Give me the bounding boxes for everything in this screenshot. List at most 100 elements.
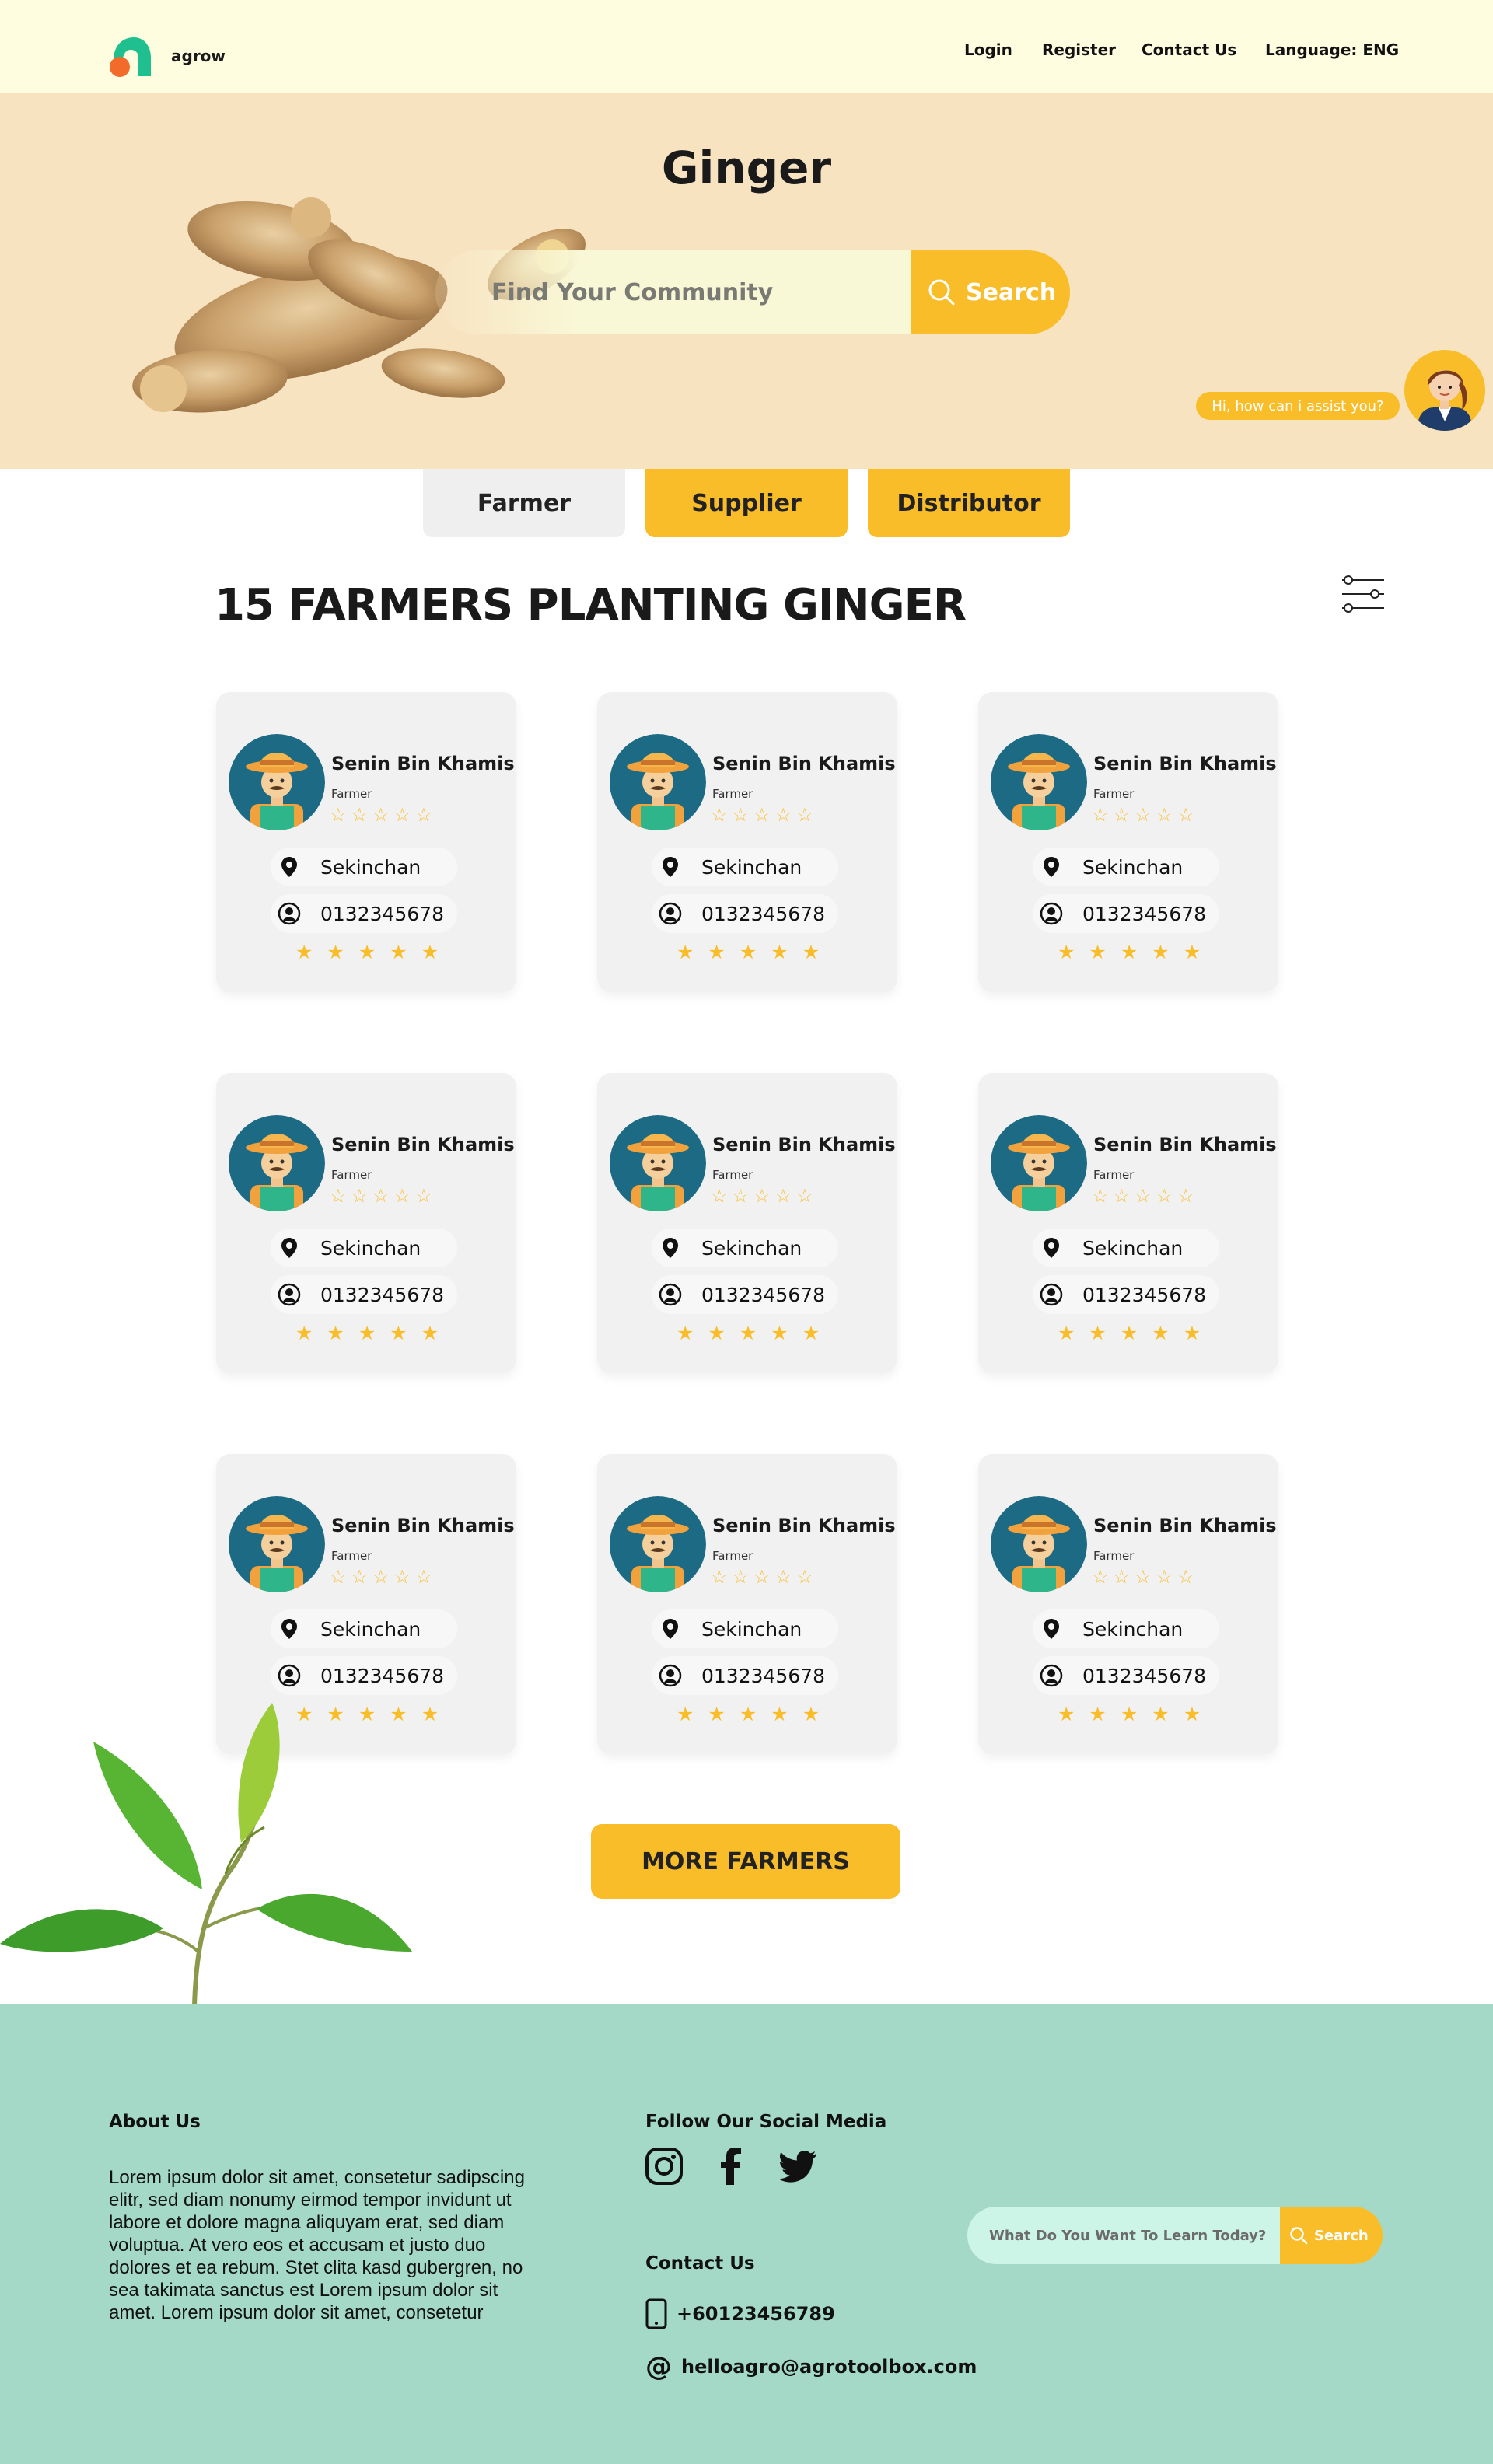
star-outline-icon: ☆ <box>1156 804 1173 826</box>
facebook-icon[interactable] <box>711 2146 751 2186</box>
contact-person-icon <box>659 1283 682 1306</box>
community-search: Search <box>435 250 1070 334</box>
star-outline-icon: ☆ <box>372 804 390 826</box>
farmer-card[interactable]: Senin Bin Khamis Farmer ☆ ☆ ☆ ☆ ☆ Sekinchan … <box>216 1073 516 1373</box>
farmer-name[interactable]: Senin Bin Khamis <box>331 1134 515 1155</box>
farmer-avatar-icon <box>991 1496 1087 1592</box>
farmer-avatar <box>610 734 706 830</box>
star-outline-icon: ☆ <box>711 804 728 826</box>
star-filled-icon: ★ <box>1152 1703 1170 1725</box>
footer-phone-number: +60123456789 <box>677 2303 835 2325</box>
chat-assistant-bubble[interactable]: Hi, how can i assist you? <box>1196 392 1400 420</box>
rating-stars-solid: ★ ★ ★ ★ ★ <box>1058 941 1201 964</box>
rating-stars-solid: ★ ★ ★ ★ ★ <box>677 1703 820 1726</box>
farmer-phone[interactable]: 0132345678 <box>701 903 825 925</box>
farmer-phone[interactable]: 0132345678 <box>701 1665 825 1687</box>
farmer-phone[interactable]: 0132345678 <box>1082 903 1206 925</box>
social-media-heading: Follow Our Social Media <box>645 2112 887 2132</box>
more-farmers-button[interactable]: MORE FARMERS <box>591 1824 900 1899</box>
farmer-name[interactable]: Senin Bin Khamis <box>712 1134 896 1155</box>
language-selector[interactable]: Language: ENG <box>1265 40 1399 59</box>
filter-icon[interactable] <box>1341 575 1386 616</box>
farmer-card[interactable]: Senin Bin Khamis Farmer ☆ ☆ ☆ ☆ ☆ Sekinchan … <box>216 692 516 992</box>
star-outline-icon: ☆ <box>1113 804 1131 826</box>
community-search-input[interactable] <box>435 250 918 334</box>
phone-pill: 0132345678 <box>271 894 457 933</box>
farmer-phone[interactable]: 0132345678 <box>320 903 444 925</box>
agrow-logo[interactable] <box>107 34 152 79</box>
phone-pill: 0132345678 <box>271 1275 457 1314</box>
farmer-phone[interactable]: 0132345678 <box>1082 1284 1206 1306</box>
contact-person-icon <box>278 1664 301 1687</box>
farmer-name[interactable]: Senin Bin Khamis <box>1093 753 1277 774</box>
star-outline-icon: ☆ <box>1113 1185 1131 1207</box>
farmer-name[interactable]: Senin Bin Khamis <box>712 753 896 774</box>
chat-assistant-avatar[interactable] <box>1404 350 1485 431</box>
farmer-avatar <box>229 1115 325 1211</box>
star-filled-icon: ★ <box>358 941 376 963</box>
farmer-avatar <box>991 734 1087 830</box>
farmer-card[interactable]: Senin Bin Khamis Farmer ☆ ☆ ☆ ☆ ☆ Sekinchan … <box>597 692 897 992</box>
farmer-name[interactable]: Senin Bin Khamis <box>712 1515 896 1536</box>
phone-pill: 0132345678 <box>652 1656 838 1695</box>
star-outline-icon: ☆ <box>372 1185 390 1207</box>
register-link[interactable]: Register <box>1042 40 1116 59</box>
rating-stars-solid: ★ ★ ★ ★ ★ <box>1058 1703 1201 1726</box>
learn-search-input[interactable] <box>967 2207 1286 2264</box>
star-outline-icon: ☆ <box>415 804 432 826</box>
learn-search-button[interactable]: Search <box>1280 2207 1383 2264</box>
instagram-icon[interactable] <box>644 2146 684 2186</box>
star-outline-icon: ☆ <box>1092 1185 1109 1207</box>
farmer-location: Sekinchan <box>1082 855 1184 879</box>
farmer-avatar-icon <box>229 734 325 830</box>
star-filled-icon: ★ <box>677 1322 694 1344</box>
star-outline-icon: ☆ <box>393 1566 411 1588</box>
farmer-phone[interactable]: 0132345678 <box>1082 1665 1206 1687</box>
farmer-phone[interactable]: 0132345678 <box>320 1665 444 1687</box>
location-pin-icon <box>1044 1619 1059 1639</box>
farmer-name[interactable]: Senin Bin Khamis <box>331 1515 515 1536</box>
location-pill: Sekinchan <box>1033 848 1219 886</box>
farmer-name[interactable]: Senin Bin Khamis <box>1093 1515 1277 1536</box>
tab-farmer[interactable]: Farmer <box>423 469 625 537</box>
footer-phone[interactable]: +60123456789 <box>645 2298 835 2329</box>
star-outline-icon: ☆ <box>393 804 411 826</box>
star-filled-icon: ★ <box>1058 941 1075 963</box>
star-filled-icon: ★ <box>708 1703 726 1725</box>
login-link[interactable]: Login <box>964 40 1012 59</box>
farmer-avatar-icon <box>991 734 1087 830</box>
tab-distributor[interactable]: Distributor <box>868 469 1070 537</box>
star-outline-icon: ☆ <box>732 1566 750 1588</box>
star-filled-icon: ★ <box>295 941 313 963</box>
contact-us-link[interactable]: Contact Us <box>1142 40 1236 59</box>
star-filled-icon: ★ <box>1120 1322 1138 1344</box>
search-button-label: Search <box>966 278 1057 306</box>
farmer-card[interactable]: Senin Bin Khamis Farmer ☆ ☆ ☆ ☆ ☆ Sekinchan … <box>978 1454 1278 1754</box>
search-button[interactable]: Search <box>911 250 1070 334</box>
search-icon <box>1290 2227 1308 2245</box>
farmer-card[interactable]: Senin Bin Khamis Farmer ☆ ☆ ☆ ☆ ☆ Sekinchan … <box>978 1073 1278 1373</box>
farmer-card[interactable]: Senin Bin Khamis Farmer ☆ ☆ ☆ ☆ ☆ Sekinchan … <box>597 1073 897 1373</box>
farmer-avatar-icon <box>610 734 706 830</box>
farmer-phone[interactable]: 0132345678 <box>701 1284 825 1306</box>
star-outline-icon: ☆ <box>1113 1566 1131 1588</box>
tab-supplier[interactable]: Supplier <box>645 469 848 537</box>
farmer-phone[interactable]: 0132345678 <box>320 1284 444 1306</box>
star-outline-icon: ☆ <box>732 804 750 826</box>
farmer-role: Farmer <box>1093 1549 1135 1563</box>
farmer-card[interactable]: Senin Bin Khamis Farmer ☆ ☆ ☆ ☆ ☆ Sekinchan … <box>978 692 1278 992</box>
farmer-name[interactable]: Senin Bin Khamis <box>1093 1134 1277 1155</box>
farmer-location: Sekinchan <box>701 1617 802 1641</box>
twitter-icon[interactable] <box>778 2146 818 2186</box>
brand-name[interactable]: agrow <box>171 47 226 65</box>
footer-email[interactable]: @ helloagro@agrotoolbox.com <box>645 2351 977 2382</box>
star-filled-icon: ★ <box>1183 1703 1201 1725</box>
farmer-name[interactable]: Senin Bin Khamis <box>331 753 515 774</box>
star-outline-icon: ☆ <box>1177 1185 1194 1207</box>
rating-stars-solid: ★ ★ ★ ★ ★ <box>1058 1322 1201 1345</box>
location-pill: Sekinchan <box>271 1609 457 1648</box>
at-icon: @ <box>645 2351 672 2382</box>
star-outline-icon: ☆ <box>774 804 792 826</box>
footer-email-address: helloagro@agrotoolbox.com <box>681 2356 977 2378</box>
farmer-card[interactable]: Senin Bin Khamis Farmer ☆ ☆ ☆ ☆ ☆ Sekinchan … <box>597 1454 897 1754</box>
